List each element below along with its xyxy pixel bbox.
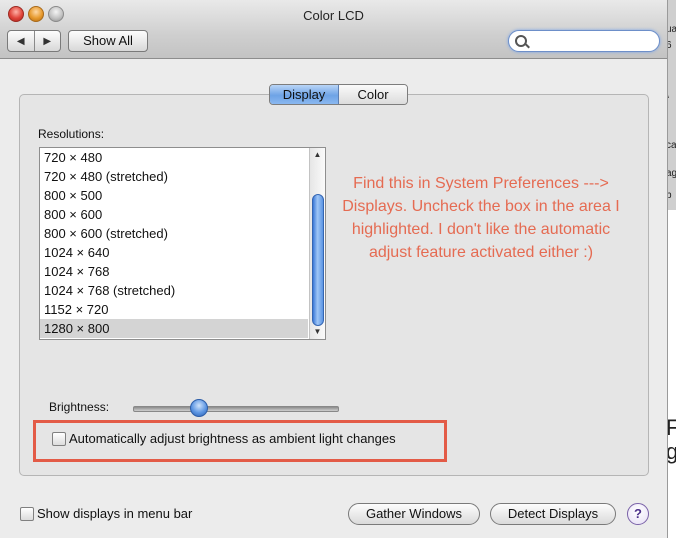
- gather-windows-button[interactable]: Gather Windows: [348, 503, 480, 525]
- auto-brightness-checkbox[interactable]: [52, 432, 66, 446]
- resolution-item[interactable]: 800 × 600 (stretched): [40, 224, 308, 243]
- brightness-slider-knob[interactable]: [190, 399, 208, 417]
- brightness-slider[interactable]: [133, 406, 339, 412]
- back-arrow-icon[interactable]: ◀: [8, 31, 35, 51]
- detect-displays-button[interactable]: Detect Displays: [490, 503, 616, 525]
- auto-brightness-label[interactable]: Automatically adjust brightness as ambie…: [69, 431, 396, 446]
- resolution-item[interactable]: 800 × 500: [40, 186, 308, 205]
- forward-arrow-icon[interactable]: ▶: [35, 31, 61, 51]
- resolution-item[interactable]: 1152 × 720: [40, 300, 308, 319]
- tab-bar: Display Color: [269, 84, 408, 105]
- title-bar[interactable]: Color LCD ◀ ▶ Show All: [0, 0, 667, 59]
- search-field[interactable]: [508, 30, 660, 52]
- annotation-note: Find this in System Preferences ---> Dis…: [342, 175, 620, 261]
- resolution-item[interactable]: 720 × 480 (stretched): [40, 167, 308, 186]
- show-displays-checkbox[interactable]: [20, 507, 34, 521]
- brightness-label: Brightness:: [49, 400, 110, 414]
- back-forward-control: ◀ ▶: [7, 30, 61, 52]
- window-title: Color LCD: [303, 8, 364, 23]
- resolutions-list[interactable]: 720 × 480 720 × 480 (stretched) 800 × 50…: [39, 147, 326, 340]
- resolutions-scrollbar[interactable]: ▲ ▼: [309, 148, 325, 339]
- search-icon: [515, 35, 527, 47]
- resolution-item[interactable]: 1024 × 640: [40, 243, 308, 262]
- scroll-up-arrow-icon[interactable]: ▲: [310, 148, 325, 162]
- resolutions-label: Resolutions:: [38, 127, 105, 141]
- show-displays-label[interactable]: Show displays in menu bar: [37, 506, 192, 521]
- scroll-down-arrow-icon[interactable]: ▼: [310, 325, 325, 339]
- help-button[interactable]: ?: [627, 503, 649, 525]
- resolution-item-selected[interactable]: 1280 × 800: [40, 319, 308, 338]
- resolution-item[interactable]: 800 × 600: [40, 205, 308, 224]
- tab-color[interactable]: Color: [339, 85, 407, 104]
- resolution-item[interactable]: 1024 × 768: [40, 262, 308, 281]
- show-all-button[interactable]: Show All: [68, 30, 148, 52]
- resolution-item[interactable]: 720 × 480: [40, 148, 308, 167]
- resolution-item[interactable]: 1024 × 768 (stretched): [40, 281, 308, 300]
- preferences-window: Color LCD ◀ ▶ Show All Display Color Res…: [0, 0, 668, 538]
- scroll-thumb[interactable]: [312, 194, 324, 326]
- tab-display[interactable]: Display: [270, 85, 339, 104]
